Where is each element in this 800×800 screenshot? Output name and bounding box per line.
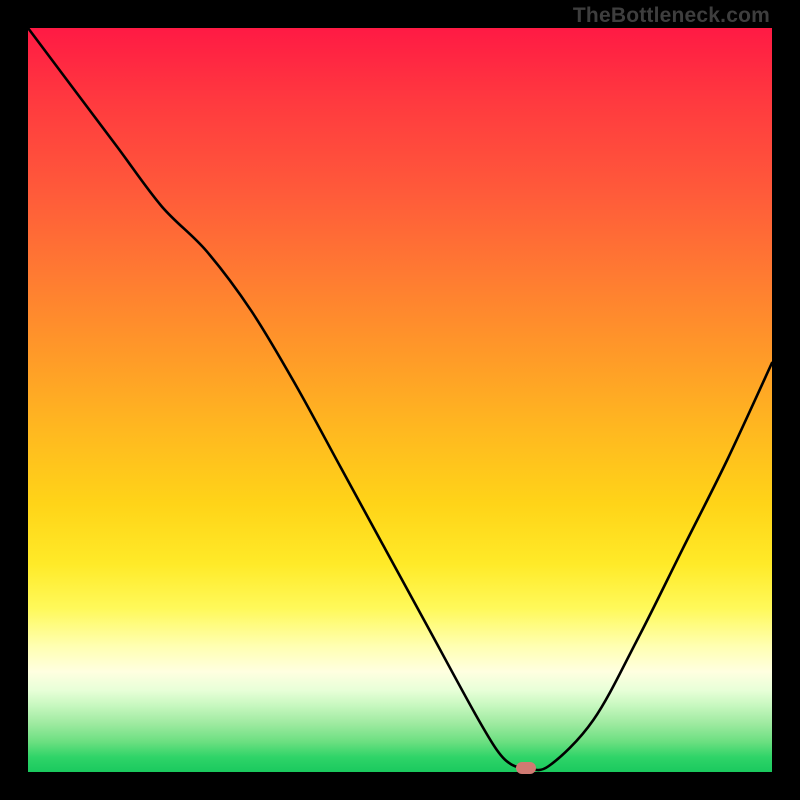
optimal-marker	[516, 762, 536, 774]
chart-frame: TheBottleneck.com	[0, 0, 800, 800]
watermark-text: TheBottleneck.com	[573, 4, 770, 28]
bottleneck-curve	[28, 28, 772, 772]
plot-area	[28, 28, 772, 772]
